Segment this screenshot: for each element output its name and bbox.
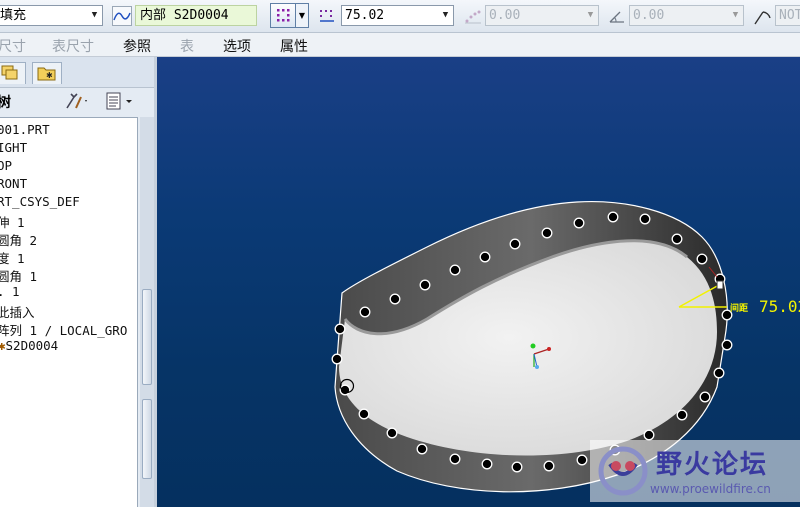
pattern-hole — [541, 227, 553, 239]
model-tree-header: 树 — [0, 89, 154, 115]
pattern-hole — [639, 213, 651, 225]
show-list-icon[interactable] — [104, 91, 136, 111]
tree-item-label: S2D0004 — [5, 338, 59, 353]
dimension-label: 间距 — [730, 304, 749, 314]
tree-item[interactable]: 伸 1 — [0, 212, 25, 231]
placement-reference-field[interactable]: 内部 S2D0004 — [135, 5, 257, 26]
chevron-down-icon: ▼ — [91, 10, 98, 20]
dot-grid-icon — [277, 9, 290, 22]
tab-options[interactable]: 选项 — [223, 36, 251, 56]
tree-item-active[interactable]: ✱S2D0004 — [0, 338, 58, 353]
model-tree: 001.PRT IGHT OP RONT RT_CSYS_DEF 伸 1 圆角 … — [0, 117, 138, 507]
pattern-hole — [543, 460, 555, 472]
pattern-hole — [671, 233, 683, 245]
spacing-icon — [320, 10, 334, 22]
third-direction-combo[interactable]: NOT — [775, 5, 800, 26]
pattern-hole — [479, 251, 491, 263]
layers-icon — [1, 65, 18, 80]
navigator-panel: ✱ 树 001.PRT IGHT OP RONT RT_CSYS_DEF 伸 1… — [0, 57, 154, 507]
tree-item[interactable]: 001.PRT — [0, 122, 50, 137]
dashboard-toolbar: 填充 ▼ 内部 S2D0004 ▼ 75.02 ▼ 0.00 ▼ 0.00 ▼ … — [0, 0, 800, 33]
tree-item[interactable]: RT_CSYS_DEF — [0, 194, 80, 209]
tree-item[interactable]: 度 1 — [0, 248, 25, 267]
tab-folder-browser[interactable]: ✱ — [32, 62, 62, 84]
angle-2-combo[interactable]: 0.00 ▼ — [629, 5, 744, 26]
watermark-url: www.proewildfire.cn — [650, 482, 771, 496]
tree-item[interactable]: OP — [0, 158, 12, 173]
pattern-hole — [359, 306, 371, 318]
pattern-type-button[interactable] — [270, 3, 296, 28]
tab-table-dimensions[interactable]: 表尺寸 — [52, 36, 94, 56]
forum-logo-icon — [598, 446, 648, 496]
pattern-hole — [643, 429, 655, 441]
model-tree-title: 树 — [0, 95, 11, 111]
third-direction-value: NOT — [779, 8, 800, 23]
folder-icon: ✱ — [37, 67, 56, 81]
chevron-down-icon: ▼ — [298, 11, 306, 20]
fill-type-combo[interactable]: 填充 ▼ — [0, 5, 103, 26]
tree-item[interactable]: RONT — [0, 176, 27, 191]
pattern-hole — [449, 453, 461, 465]
settings-tools-icon[interactable] — [64, 91, 90, 111]
pattern-hole — [358, 408, 370, 420]
tab-properties[interactable]: 属性 — [280, 36, 308, 56]
tree-item[interactable]: 此插入 — [0, 302, 35, 321]
pattern-hole — [699, 391, 711, 403]
placement-ref: S2D0004 — [173, 8, 229, 23]
pattern-hole — [607, 211, 619, 223]
pattern-hole — [511, 461, 523, 473]
graphics-viewport[interactable]: 间距 75.02 野火论坛 www.proewildfire.cn — [157, 57, 800, 507]
angle-1-combo[interactable]: 0.00 ▼ — [485, 5, 599, 26]
scrollbar-thumb[interactable] — [142, 399, 152, 479]
navigator-tabs: ✱ — [0, 57, 154, 88]
tab-table[interactable]: 表 — [180, 36, 194, 56]
tab-dimensions[interactable]: 尺寸 — [0, 36, 26, 56]
pattern-hole — [676, 409, 688, 421]
pattern-hole — [696, 253, 708, 265]
angle-1-value: 0.00 — [489, 8, 521, 23]
pattern-type-dropdown[interactable]: ▼ — [296, 3, 309, 28]
placement-label: 内部 — [140, 8, 167, 23]
scrollbar-thumb[interactable] — [142, 289, 152, 385]
spacing-value: 75.02 — [345, 8, 385, 23]
pattern-hole — [331, 353, 343, 365]
watermark: 野火论坛 www.proewildfire.cn — [590, 440, 800, 502]
tree-item[interactable]: 阵列 1 / LOCAL_GRO — [0, 320, 127, 339]
fill-type-value: 填充 — [0, 8, 27, 23]
chevron-down-icon: ▼ — [442, 10, 449, 20]
pattern-hole — [416, 443, 428, 455]
pattern-hole — [721, 339, 733, 351]
pattern-hole — [481, 458, 493, 470]
pattern-hole — [334, 323, 346, 335]
pattern-hole — [713, 367, 725, 379]
pattern-hole — [419, 279, 431, 291]
chevron-down-icon: ▼ — [587, 10, 594, 20]
spacing-combo[interactable]: 75.02 ▼ — [341, 5, 454, 26]
pattern-hole — [573, 217, 585, 229]
tab-model-tree[interactable] — [0, 62, 26, 84]
angle-2-value: 0.00 — [633, 8, 665, 23]
curve-placement-icon — [112, 6, 132, 26]
tree-scrollbar[interactable] — [140, 117, 154, 507]
pattern-hole — [576, 454, 588, 466]
svg-text:✱: ✱ — [46, 71, 53, 80]
tree-item[interactable]: 圆角 2 — [0, 230, 37, 249]
angle-icon — [609, 11, 624, 23]
tree-item[interactable]: 圆角 1 — [0, 266, 37, 285]
watermark-title: 野火论坛 — [656, 450, 769, 480]
pattern-hole — [509, 238, 521, 250]
pattern-hole — [449, 264, 461, 276]
pattern-hole — [389, 293, 401, 305]
angle-pattern-icon — [465, 10, 481, 24]
tree-item[interactable]: . 1 — [0, 284, 20, 299]
pattern-hole — [386, 427, 398, 439]
dimension-value[interactable]: 75.02 — [759, 297, 800, 316]
tree-item[interactable]: IGHT — [0, 140, 27, 155]
tab-references[interactable]: 参照 — [123, 36, 151, 56]
chevron-down-icon: ▼ — [732, 10, 739, 20]
dashboard-tabs: 尺寸 表尺寸 参照 表 选项 属性 — [0, 33, 800, 57]
radial-icon — [754, 11, 771, 25]
